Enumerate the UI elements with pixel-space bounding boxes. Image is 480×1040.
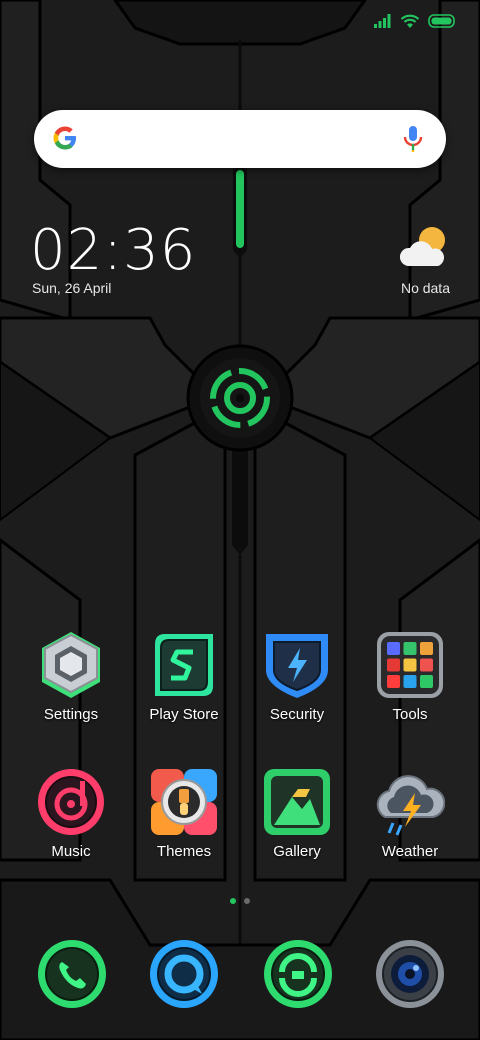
wifi-icon xyxy=(400,14,420,28)
clock-date[interactable]: Sun, 26 April xyxy=(32,280,111,296)
weather-status-text[interactable]: No data xyxy=(401,280,450,296)
app-weather[interactable]: Weather xyxy=(355,767,465,867)
messages-icon[interactable] xyxy=(148,938,220,1010)
app-label: Weather xyxy=(381,843,439,860)
google-g-icon xyxy=(53,126,76,150)
battery-icon xyxy=(428,14,455,28)
app-tools-folder[interactable]: Tools xyxy=(355,630,465,730)
app-label: Play Store xyxy=(149,706,219,723)
mic-icon[interactable] xyxy=(402,124,424,154)
gallery-mountain-icon xyxy=(264,769,330,835)
security-shield-icon xyxy=(266,634,328,698)
page-dot-2[interactable] xyxy=(244,898,250,904)
tools-folder-icon xyxy=(377,632,443,698)
themes-brush-icon xyxy=(151,769,217,835)
app-security[interactable]: Security xyxy=(242,630,352,730)
app-music[interactable]: Music xyxy=(16,767,126,867)
weather-storm-icon xyxy=(376,775,445,836)
clock-time[interactable]: 02:36 xyxy=(30,218,196,283)
signal-icon xyxy=(374,14,391,28)
partly-cloudy-icon[interactable] xyxy=(398,224,450,270)
status-bar xyxy=(374,10,456,32)
app-themes[interactable]: Themes xyxy=(129,767,239,867)
app-label: Security xyxy=(269,706,325,723)
app-label: Gallery xyxy=(273,843,321,860)
app-play-store[interactable]: Play Store xyxy=(129,630,239,730)
google-search-bar[interactable] xyxy=(34,110,446,168)
settings-hex-icon xyxy=(42,632,100,698)
page-dot-1[interactable] xyxy=(230,898,236,904)
app-settings[interactable]: Settings xyxy=(16,630,126,730)
page-indicator xyxy=(0,898,480,904)
play-store-icon xyxy=(155,634,213,696)
app-label: Settings xyxy=(43,706,99,723)
app-label: Themes xyxy=(156,843,212,860)
camera-icon[interactable] xyxy=(374,938,446,1010)
search-input[interactable] xyxy=(96,124,370,156)
browser-icon[interactable] xyxy=(262,938,334,1010)
phone-icon[interactable] xyxy=(36,938,108,1010)
app-label: Tools xyxy=(392,706,428,723)
app-gallery[interactable]: Gallery xyxy=(242,767,352,867)
app-label: Music xyxy=(51,843,91,860)
music-icon xyxy=(38,769,104,835)
